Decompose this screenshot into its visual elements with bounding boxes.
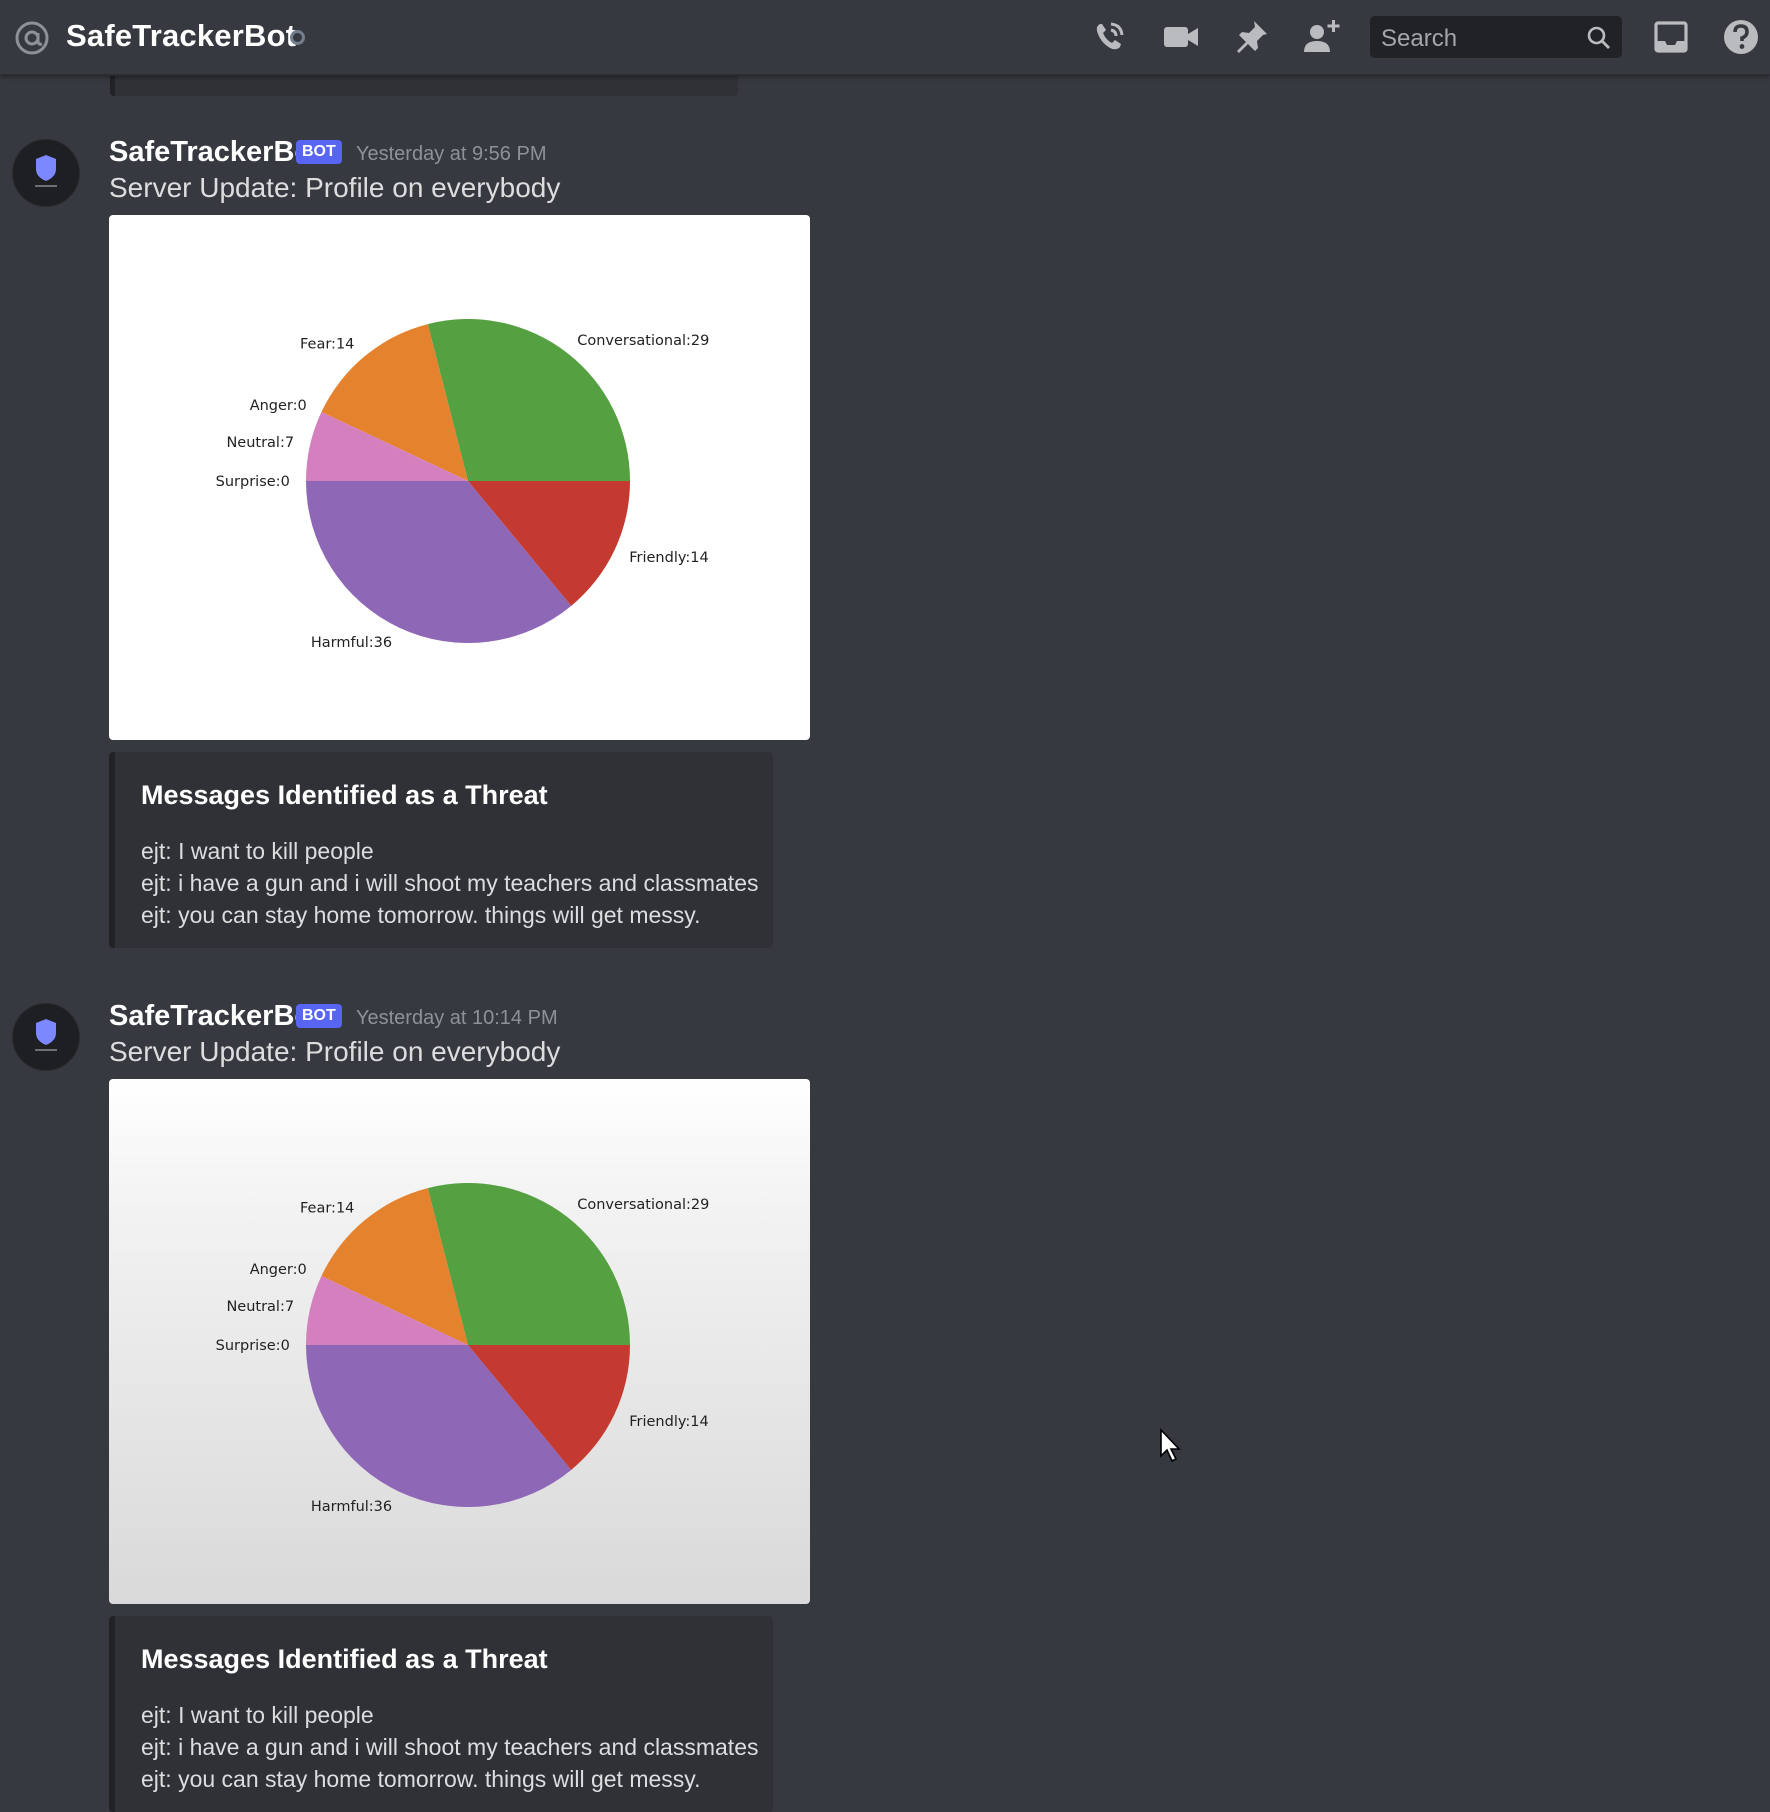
pie-chart: Conversational:29 Fear:14 Anger:0 Neutral:7… (216, 319, 709, 651)
pie-label-fear: Fear:14 (300, 337, 354, 353)
channel-header: SafeTrackerBot Search (0, 0, 1770, 75)
message-author[interactable]: SafeTrackerBot (109, 1000, 322, 1033)
avatar[interactable] (12, 139, 80, 207)
message-content: Server Update: Profile on everybody (109, 1036, 561, 1067)
search-placeholder: Search (1381, 25, 1458, 52)
embed-line: ejt: you can stay home tomorrow. things … (141, 902, 701, 928)
call-icon[interactable] (1088, 16, 1130, 58)
bot-tag: BOT (296, 140, 342, 164)
threat-embed: Messages Identified as a Threat ejt: I w… (109, 752, 773, 948)
status-indicator (290, 30, 305, 45)
pie-label-anger: Anger:0 (250, 398, 307, 414)
embed-line: ejt: you can stay home tomorrow. things … (141, 1766, 701, 1792)
search-icon[interactable] (1586, 25, 1612, 51)
embed-line: ejt: i have a gun and i will shoot my te… (141, 870, 759, 896)
pie-label-conversational: Conversational:29 (577, 1197, 709, 1213)
pie-chart: Conversational:29 Fear:14 Anger:0 Neutral:7… (216, 1183, 709, 1515)
embed-line: ejt: i have a gun and i will shoot my te… (141, 1734, 759, 1760)
pin-icon[interactable] (1230, 16, 1272, 58)
avatar[interactable] (12, 1003, 80, 1071)
chart-image-attachment[interactable]: Conversational:29 Fear:14 Anger:0 Neutral:7… (109, 1079, 810, 1604)
message-author[interactable]: SafeTrackerBot (109, 136, 322, 169)
video-icon[interactable] (1160, 16, 1202, 58)
pie-label-neutral: Neutral:7 (226, 1299, 294, 1315)
embed-title: Messages Identified as a Threat (141, 780, 548, 810)
pie-label-neutral: Neutral:7 (226, 435, 294, 451)
embed-line: ejt: I want to kill people (141, 1702, 374, 1728)
pie-label-friendly: Friendly:14 (629, 1414, 708, 1430)
pie-label-surprise: Surprise:0 (216, 474, 290, 490)
bot-tag: BOT (296, 1004, 342, 1028)
pie-label-anger: Anger:0 (250, 1262, 307, 1278)
mouse-cursor-icon (1158, 1427, 1184, 1464)
pie-label-harmful: Harmful:36 (311, 1499, 392, 1515)
channel-title: SafeTrackerBot (66, 18, 297, 53)
previous-embed-remnant (110, 76, 738, 96)
embed-line: ejt: I want to kill people (141, 838, 374, 864)
pie-label-friendly: Friendly:14 (629, 550, 708, 566)
search-input[interactable]: Search (1370, 16, 1622, 58)
message-timestamp: Yesterday at 9:56 PM (356, 143, 547, 165)
pie-label-surprise: Surprise:0 (216, 1338, 290, 1354)
pie-label-fear: Fear:14 (300, 1201, 354, 1217)
pie-label-conversational: Conversational:29 (577, 333, 709, 349)
embed-title: Messages Identified as a Threat (141, 1644, 548, 1674)
shield-icon (35, 1019, 57, 1051)
at-icon (14, 20, 50, 56)
shield-icon (35, 155, 57, 187)
pie-label-harmful: Harmful:36 (311, 635, 392, 651)
add-member-icon[interactable] (1300, 16, 1342, 58)
chart-image-attachment[interactable]: Conversational:29 Fear:14 Anger:0 Neutral:7… (109, 215, 810, 740)
message-content: Server Update: Profile on everybody (109, 172, 561, 203)
inbox-icon[interactable] (1650, 16, 1692, 58)
help-icon[interactable] (1720, 16, 1762, 58)
message-timestamp: Yesterday at 10:14 PM (356, 1007, 558, 1029)
threat-embed: Messages Identified as a Threat ejt: I w… (109, 1616, 773, 1812)
